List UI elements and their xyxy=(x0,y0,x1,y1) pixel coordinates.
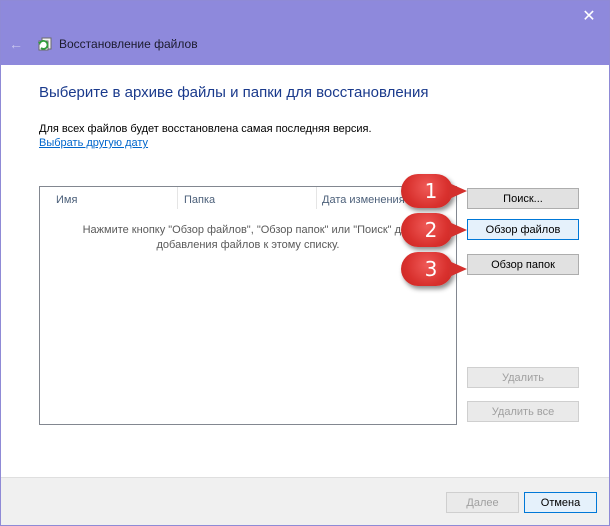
badge-number: 2 xyxy=(424,218,438,242)
restore-files-window: ✕ ← Восстановление файлов Выберите в арх… xyxy=(0,0,610,526)
column-folder[interactable]: Папка xyxy=(168,187,215,213)
search-button[interactable]: Поиск... xyxy=(467,188,579,209)
window-title: Восстановление файлов xyxy=(59,37,198,51)
annotation-badge-1: 1 xyxy=(401,174,467,208)
annotation-badge-2: 2 xyxy=(401,213,467,247)
version-note: Для всех файлов будет восстановлена сама… xyxy=(39,123,372,135)
dialog-footer: Далее Отмена xyxy=(1,477,609,525)
annotation-badge-3: 3 xyxy=(401,252,467,286)
title-bar: ✕ ← Восстановление файлов xyxy=(1,1,609,65)
next-button[interactable]: Далее xyxy=(446,492,519,513)
close-icon[interactable]: ✕ xyxy=(579,7,599,27)
browse-files-button[interactable]: Обзор файлов xyxy=(467,219,579,240)
badge-number: 3 xyxy=(424,257,438,281)
choose-date-link[interactable]: Выбрать другую дату xyxy=(39,137,148,149)
empty-message-line: Нажмите кнопку "Обзор файлов", "Обзор па… xyxy=(82,224,414,236)
remove-button[interactable]: Удалить xyxy=(467,367,579,388)
empty-message-line: добавления файлов к этому списку. xyxy=(156,239,340,251)
column-modified-date[interactable]: Дата изменения xyxy=(306,187,405,213)
browse-folders-button[interactable]: Обзор папок xyxy=(467,254,579,275)
list-header: Имя Папка Дата изменения xyxy=(40,187,456,213)
file-restore-icon xyxy=(38,37,52,51)
empty-list-message: Нажмите кнопку "Обзор файлов", "Обзор па… xyxy=(40,223,456,253)
badge-number: 1 xyxy=(424,179,438,203)
back-arrow-icon[interactable]: ← xyxy=(7,35,25,53)
page-title: Выберите в архиве файлы и папки для восс… xyxy=(39,84,429,101)
content-area: Выберите в архиве файлы и папки для восс… xyxy=(1,65,609,525)
files-list[interactable]: Имя Папка Дата изменения Нажмите кнопку … xyxy=(39,186,457,425)
remove-all-button[interactable]: Удалить все xyxy=(467,401,579,422)
column-name[interactable]: Имя xyxy=(40,187,77,213)
cancel-button[interactable]: Отмена xyxy=(524,492,597,513)
